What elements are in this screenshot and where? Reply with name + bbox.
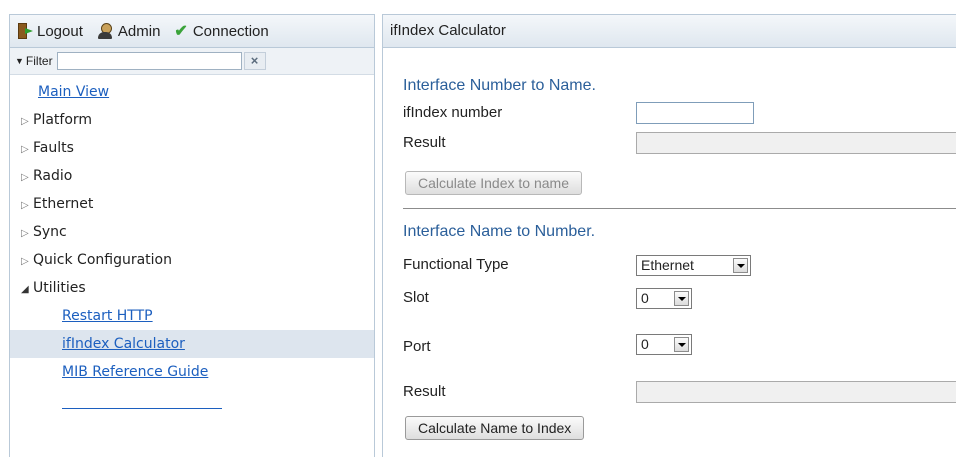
calculate-name-to-index-button[interactable]: Calculate Name to Index — [405, 416, 585, 440]
tree-item-restart-http[interactable]: Restart HTTP — [10, 302, 374, 330]
collapse-icon[interactable]: ◢ — [21, 276, 33, 304]
logout-label: Logout — [37, 22, 83, 40]
checkmark-icon: ✔ — [174, 23, 188, 40]
tree-item-sync[interactable]: ▷ Sync — [10, 218, 374, 246]
tree-item-quick-configuration[interactable]: ▷ Quick Configuration — [10, 246, 374, 274]
ifindex-number-label: ifIndex number — [403, 104, 503, 121]
chevron-down-icon[interactable] — [674, 337, 689, 352]
tree-item-blank-link[interactable] — [10, 386, 374, 414]
tree-item-platform[interactable]: ▷ Platform — [10, 106, 374, 134]
tree-item-utilities[interactable]: ◢ Utilities — [10, 274, 374, 302]
result-label-2: Result — [403, 383, 446, 400]
chevron-down-icon[interactable] — [674, 291, 689, 306]
expand-icon[interactable]: ▷ — [21, 136, 33, 164]
expand-icon[interactable]: ▷ — [21, 248, 33, 276]
expand-icon[interactable]: ▷ — [21, 108, 33, 136]
port-select[interactable]: 0 — [636, 334, 692, 355]
expand-icon[interactable]: ▷ — [21, 220, 33, 248]
section-divider — [403, 208, 956, 209]
logout-button[interactable]: Logout — [18, 23, 83, 40]
admin-label: Admin — [117, 22, 161, 40]
clear-filter-button[interactable]: × — [243, 52, 266, 70]
slot-label: Slot — [403, 289, 429, 306]
admin-user-icon — [97, 23, 113, 39]
ifindex-number-input[interactable] — [636, 102, 754, 124]
top-toolbar: Logout Admin ✔ Connection — [10, 15, 374, 48]
connection-button[interactable]: ✔ Connection — [174, 21, 268, 41]
result-field-2 — [636, 381, 956, 403]
connection-label: Connection — [192, 22, 269, 40]
tree-item-mib-reference-guide[interactable]: MIB Reference Guide — [10, 358, 374, 386]
calculate-index-to-name-button[interactable]: Calculate Index to name — [405, 171, 582, 195]
empty-link[interactable] — [62, 392, 222, 409]
logout-icon — [18, 23, 33, 39]
section-interface-name-to-number-title: Interface Name to Number. — [403, 223, 596, 240]
tree-item-ethernet[interactable]: ▷ Ethernet — [10, 190, 374, 218]
page-title: ifIndex Calculator — [383, 15, 956, 48]
functional-type-label: Functional Type — [403, 256, 509, 273]
filter-collapse-icon[interactable]: ▼ — [15, 56, 24, 66]
tree-item-faults[interactable]: ▷ Faults — [10, 134, 374, 162]
navigation-panel: Logout Admin ✔ Connection ▼ Filter × Mai… — [9, 14, 375, 457]
filter-label: Filter — [25, 54, 53, 68]
functional-type-select[interactable]: Ethernet — [636, 255, 751, 276]
filter-bar: ▼ Filter × — [10, 48, 374, 75]
filter-input[interactable] — [56, 52, 242, 70]
slot-select[interactable]: 0 — [636, 288, 692, 309]
result-label-1: Result — [403, 134, 446, 151]
tree-item-ifindex-calculator[interactable]: ifIndex Calculator — [10, 330, 374, 358]
result-field-1 — [636, 132, 956, 154]
content-panel: ifIndex Calculator Interface Number to N… — [382, 14, 956, 457]
expand-icon[interactable]: ▷ — [21, 164, 33, 192]
port-label: Port — [403, 338, 431, 355]
tree-item-main-view[interactable]: Main View — [10, 78, 374, 106]
chevron-down-icon[interactable] — [733, 258, 748, 273]
nav-tree: Main View ▷ Platform ▷ Faults ▷ Radio ▷ Ethe… — [10, 75, 374, 414]
tree-item-radio[interactable]: ▷ Radio — [10, 162, 374, 190]
admin-button[interactable]: Admin — [97, 22, 161, 40]
expand-icon[interactable]: ▷ — [21, 192, 33, 220]
section-interface-number-to-name-title: Interface Number to Name. — [403, 77, 596, 94]
